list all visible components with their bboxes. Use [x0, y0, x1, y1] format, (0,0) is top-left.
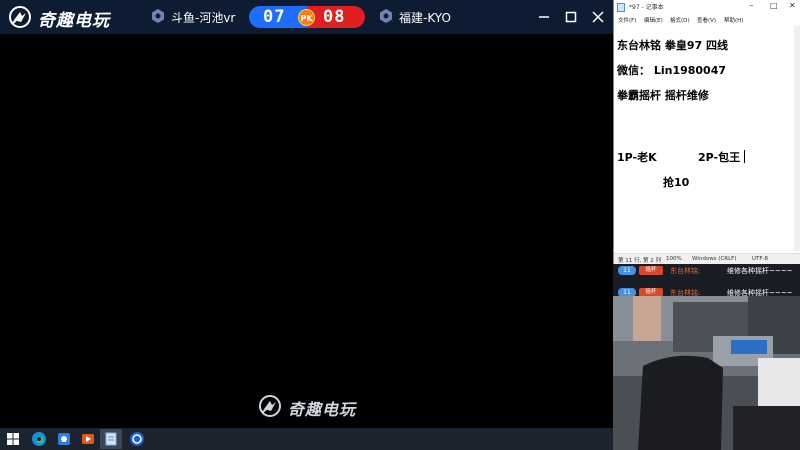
game-titlebar: 奇趣电玩 斗鱼-河池vr 07 08 PK 福建-KYO — [0, 0, 613, 34]
app-name: 奇趣电玩 — [38, 11, 110, 31]
notepad-menubar: 文件(F) 编辑(E) 格式(O) 查看(V) 帮助(H) — [614, 14, 800, 25]
notepad-title: *97 - 记事本 — [629, 4, 664, 11]
notepad-scrollbar[interactable] — [794, 26, 800, 251]
status-position: 第 11 行, 第 2 列 — [618, 258, 661, 264]
player1-badge-icon — [152, 9, 164, 23]
notepad-icon — [105, 432, 117, 446]
player1-name: 斗鱼-河池vr — [171, 11, 236, 25]
watermark-logo-icon — [259, 395, 281, 417]
camera-scene — [613, 296, 800, 450]
game-icon[interactable] — [129, 431, 145, 447]
player2-badge-icon — [380, 9, 392, 23]
text-line: 2P-包王 — [698, 151, 741, 164]
score-board: 07 08 PK — [249, 6, 365, 28]
menu-format[interactable]: 格式(O) — [670, 16, 690, 24]
watermark-text: 奇趣电玩 — [288, 400, 357, 419]
pk-badge: PK — [298, 9, 315, 26]
app-icon[interactable] — [56, 431, 72, 447]
edge-icon[interactable] — [31, 431, 47, 447]
notepad-minimize-button[interactable]: – — [749, 1, 754, 11]
notepad-titlebar: *97 - 记事本 – □ ✕ — [614, 0, 800, 14]
menu-view[interactable]: 查看(V) — [697, 16, 716, 24]
windows-start-icon[interactable] — [5, 431, 21, 447]
close-button[interactable] — [589, 8, 607, 26]
menu-help[interactable]: 帮助(H) — [724, 16, 743, 24]
score-left: 07 — [263, 7, 286, 27]
menu-edit[interactable]: 编辑(E) — [644, 16, 663, 24]
chat-message: 11 摇杆 东台林铭: 维修各种摇杆~~~~ — [613, 264, 800, 278]
maximize-button[interactable] — [562, 8, 580, 26]
chat-username[interactable]: 东台林铭: — [670, 266, 700, 276]
game-window: 奇趣电玩 斗鱼-河池vr 07 08 PK 福建-KYO 奇趣电玩 — [0, 0, 613, 428]
app-logo-icon — [9, 6, 31, 28]
fan-badge: 摇杆 — [639, 266, 663, 275]
notepad-statusbar: 第 11 行, 第 2 列 100% Windows (CRLF) UTF-8 — [614, 253, 800, 264]
notepad-maximize-button[interactable]: □ — [770, 1, 778, 10]
notepad-close-button[interactable]: ✕ — [789, 1, 796, 10]
notepad-text-area[interactable]: 东台林铭 拳皇97 四线 微信： Lin1980047 拳霸摇杆 摇杆维修 1P… — [614, 26, 800, 251]
chat-panel: 11 摇杆 东台林铭: 维修各种摇杆~~~~ 11 摇杆 东台林铭: 维修各种摇… — [613, 264, 800, 297]
player2-name: 福建-KYO — [399, 11, 451, 25]
text-line: 拳霸摇杆 摇杆维修 — [617, 89, 709, 102]
status-line-ending: Windows (CRLF) — [692, 256, 737, 262]
notepad-window: *97 - 记事本 – □ ✕ 文件(F) 编辑(E) 格式(O) 查看(V) … — [613, 0, 800, 264]
text-line: 抢10 — [663, 176, 690, 189]
notepad-icon — [617, 3, 625, 12]
text-cursor — [744, 150, 745, 163]
minimize-button[interactable] — [535, 8, 553, 26]
menu-file[interactable]: 文件(F) — [618, 16, 636, 24]
level-badge: 11 — [618, 266, 636, 275]
watermark: 奇趣电玩 — [258, 393, 358, 419]
app-icon[interactable] — [80, 431, 96, 447]
text-line: 东台林铭 拳皇97 四线 — [617, 39, 728, 52]
score-right: 08 — [323, 7, 346, 27]
camera-feed — [613, 296, 800, 450]
text-line: 微信： Lin1980047 — [617, 64, 727, 77]
status-encoding: UTF-8 — [752, 256, 769, 262]
status-zoom: 100% — [666, 256, 682, 262]
taskbar — [0, 428, 613, 450]
chat-text: 维修各种摇杆~~~~ — [727, 267, 793, 275]
notepad-taskbar-button[interactable] — [100, 429, 122, 449]
text-line: 1P-老K — [617, 151, 657, 164]
